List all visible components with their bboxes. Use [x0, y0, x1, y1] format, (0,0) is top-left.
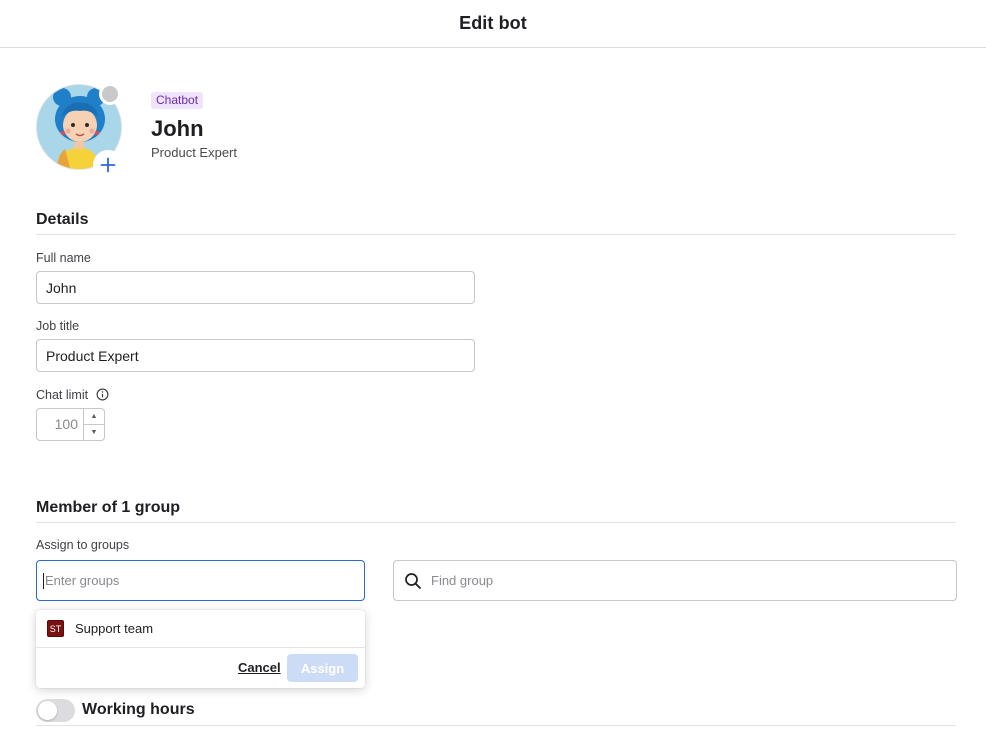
working-hours-title: Working hours — [82, 701, 195, 718]
chat-limit-label: Chat limit — [36, 388, 109, 402]
divider — [36, 725, 956, 726]
chat-limit-value[interactable]: 100 — [37, 409, 83, 440]
info-icon[interactable] — [96, 388, 109, 401]
page-title: Edit bot — [459, 13, 527, 33]
dropdown-item-support-team[interactable]: ST Support team — [36, 610, 365, 647]
find-group-input[interactable]: Find group — [393, 560, 957, 601]
stepper-arrows: ▲ ▼ — [83, 409, 104, 440]
full-name-label: Full name — [36, 251, 91, 265]
enter-groups-input[interactable]: Enter groups — [36, 560, 365, 601]
job-title-input[interactable]: Product Expert — [36, 339, 475, 372]
chat-limit-stepper[interactable]: 100 ▲ ▼ — [36, 408, 105, 441]
groups-dropdown: ST Support team Cancel Assign — [36, 610, 365, 688]
decrement-icon[interactable]: ▼ — [84, 425, 104, 440]
text-caret — [43, 572, 44, 589]
bot-role: Product Expert — [151, 145, 237, 160]
groups-section-title: Member of 1 group — [36, 499, 181, 516]
avatar-container — [36, 83, 124, 180]
find-group-placeholder: Find group — [431, 573, 494, 588]
cancel-button[interactable]: Cancel — [238, 660, 281, 675]
job-title-value: Product Expert — [46, 347, 139, 364]
chat-limit-label-text: Chat limit — [36, 388, 89, 402]
plus-icon — [100, 157, 116, 173]
full-name-value: John — [46, 279, 77, 296]
chatbot-badge: Chatbot — [151, 92, 204, 109]
add-photo-button[interactable] — [93, 150, 123, 180]
job-title-label: Job title — [36, 319, 80, 333]
assign-groups-label: Assign to groups — [36, 538, 130, 552]
details-section-title: Details — [36, 211, 89, 228]
divider — [36, 647, 365, 648]
toggle-knob — [38, 701, 57, 720]
group-badge: ST — [47, 620, 64, 637]
divider — [36, 234, 956, 235]
enter-groups-placeholder: Enter groups — [45, 573, 120, 588]
search-icon — [405, 572, 421, 589]
working-hours-toggle[interactable] — [36, 699, 75, 722]
status-indicator — [99, 83, 121, 105]
assign-button[interactable]: Assign — [287, 654, 358, 682]
top-bar: Edit bot — [0, 0, 986, 48]
bot-name: John — [151, 116, 204, 141]
group-label: Support team — [75, 621, 154, 636]
full-name-input[interactable]: John — [36, 271, 475, 304]
increment-icon[interactable]: ▲ — [84, 409, 104, 425]
divider — [36, 522, 956, 523]
